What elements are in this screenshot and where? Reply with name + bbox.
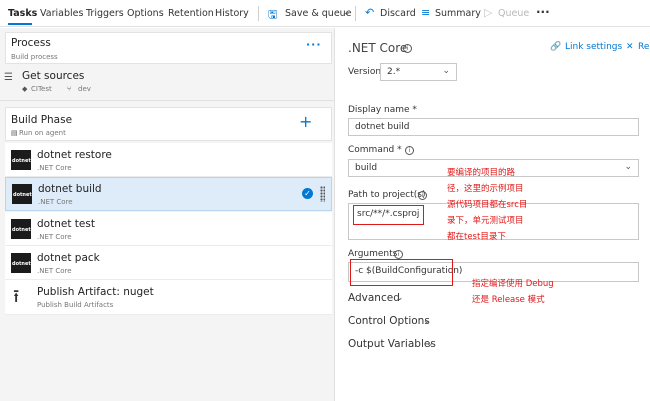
task-publish-artifact[interactable]: ⭱ Publish Artifact: nuget Publish Build … — [5, 280, 332, 315]
task-subtitle: .NET Core — [37, 164, 72, 172]
toolbar-separator — [258, 6, 259, 21]
annotation-box — [350, 259, 453, 286]
chevron-down-icon: ⌄ — [624, 162, 632, 172]
version-label: Version — [348, 67, 382, 77]
info-icon[interactable]: i — [418, 191, 427, 200]
display-name-value: dotnet build — [355, 122, 410, 132]
save-icon: 🖫 — [268, 8, 278, 21]
task-title: dotnet pack — [37, 252, 100, 264]
version-value: 2.* — [387, 67, 401, 77]
more-actions-button[interactable]: ··· — [536, 5, 550, 19]
output-variables-section-toggle[interactable]: Output Variables — [348, 338, 436, 350]
build-phase-title: Build Phase — [11, 114, 73, 126]
undo-icon: ↶ — [365, 6, 375, 19]
process-subtitle: Build process — [11, 53, 58, 61]
chevron-down-icon: ⌄ — [442, 66, 450, 76]
get-sources-title: Get sources — [22, 70, 85, 82]
task-dotnet-pack[interactable]: dotnet dotnet pack .NET Core — [5, 246, 332, 280]
link-settings-button[interactable]: Link settings — [565, 42, 622, 52]
branch-icon: ⑂ — [67, 85, 72, 93]
control-options-section-toggle[interactable]: Control Options — [348, 315, 430, 327]
get-sources-row[interactable]: ☰ Get sources ◆ CITest ⑂ dev — [0, 65, 334, 101]
dotnet-icon: dotnet — [11, 150, 31, 170]
path-value: src/**/*.csproj — [357, 209, 420, 219]
build-phase-card[interactable]: Build Phase ▤ Run on agent + — [5, 107, 332, 141]
task-dotnet-restore[interactable]: dotnet dotnet restore .NET Core — [5, 143, 332, 177]
tab-options[interactable]: Options — [127, 8, 164, 19]
pipeline-panel: Process Build process ··· ☰ Get sources … — [0, 28, 335, 401]
drag-handle-icon[interactable] — [320, 186, 325, 202]
queue-button[interactable]: Queue — [498, 8, 529, 19]
annotation-note-path: 要编译的项目的路 径，这里的示例项目 源代码项目都在src目 录下，单元测试项目… — [447, 168, 528, 242]
chevron-down-icon[interactable]: ⌄ — [426, 339, 434, 349]
agent-icon: ▤ — [11, 129, 18, 137]
active-tab-indicator — [8, 23, 32, 25]
check-icon: ✓ — [302, 188, 313, 199]
dotnet-icon: dotnet — [12, 184, 32, 204]
display-name-label: Display name * — [348, 105, 417, 115]
task-subtitle: Publish Build Artifacts — [37, 301, 114, 309]
process-title: Process — [11, 37, 51, 49]
link-icon: 🔗 — [550, 42, 562, 52]
tab-history[interactable]: History — [215, 8, 249, 19]
toolbar-separator — [355, 6, 356, 21]
path-label: Path to project(s) — [348, 190, 426, 200]
upload-icon: ⭱ — [13, 286, 20, 307]
task-dotnet-test[interactable]: dotnet dotnet test .NET Core — [5, 212, 332, 246]
tab-retention[interactable]: Retention — [168, 8, 214, 19]
task-subtitle: .NET Core — [37, 233, 72, 241]
task-dotnet-build[interactable]: dotnet dotnet build .NET Core ✓ — [5, 177, 332, 211]
task-subtitle: .NET Core — [38, 198, 73, 206]
tab-variables[interactable]: Variables — [40, 8, 83, 19]
dotnet-icon: dotnet — [11, 219, 31, 239]
task-title: Publish Artifact: nuget — [37, 286, 154, 298]
chevron-down-icon[interactable]: ⌄ — [343, 8, 351, 18]
tab-tasks[interactable]: Tasks — [8, 8, 37, 19]
annotation-note-arguments: 指定编译使用 Debug 还是 Release 模式 — [472, 279, 554, 305]
advanced-section-toggle[interactable]: Advanced — [348, 292, 400, 304]
task-title: dotnet test — [37, 218, 95, 230]
info-icon[interactable]: i — [405, 146, 414, 155]
source-icon: ☰ — [4, 72, 13, 83]
close-icon: ✕ — [626, 42, 634, 52]
arguments-label: Arguments — [348, 249, 398, 259]
tab-triggers[interactable]: Triggers — [86, 8, 124, 19]
build-phase-subtitle: Run on agent — [19, 129, 66, 137]
display-name-input[interactable]: dotnet build — [348, 118, 639, 136]
branch-name: dev — [78, 85, 91, 93]
dotnet-icon: dotnet — [11, 253, 31, 273]
discard-button[interactable]: Discard — [380, 8, 416, 19]
summary-button[interactable]: Summary — [435, 8, 481, 19]
play-icon: ▷ — [484, 6, 493, 19]
list-icon: ≡ — [421, 6, 431, 19]
detail-title: .NET Core — [348, 41, 408, 55]
version-select[interactable]: 2.* ⌄ — [380, 63, 457, 81]
info-icon[interactable]: i — [394, 250, 403, 259]
remove-button[interactable]: Rem — [638, 42, 650, 52]
save-and-queue-button[interactable]: Save & queue — [285, 8, 352, 19]
info-icon[interactable]: i — [403, 44, 412, 53]
task-subtitle: .NET Core — [37, 267, 72, 275]
repo-icon: ◆ — [22, 85, 28, 93]
add-task-button[interactable]: + — [299, 112, 312, 131]
command-value: build — [355, 163, 378, 173]
process-card[interactable]: Process Build process ··· — [5, 32, 332, 64]
process-more-button[interactable]: ··· — [306, 38, 322, 51]
toolbar: Tasks Variables Triggers Options Retenti… — [0, 0, 650, 27]
task-title: dotnet restore — [37, 149, 112, 161]
task-title: dotnet build — [38, 183, 102, 195]
command-label: Command * — [348, 145, 402, 155]
repo-name: CITest — [31, 85, 52, 93]
chevron-down-icon[interactable]: ⌄ — [396, 293, 404, 303]
chevron-down-icon[interactable]: ⌄ — [423, 316, 431, 326]
